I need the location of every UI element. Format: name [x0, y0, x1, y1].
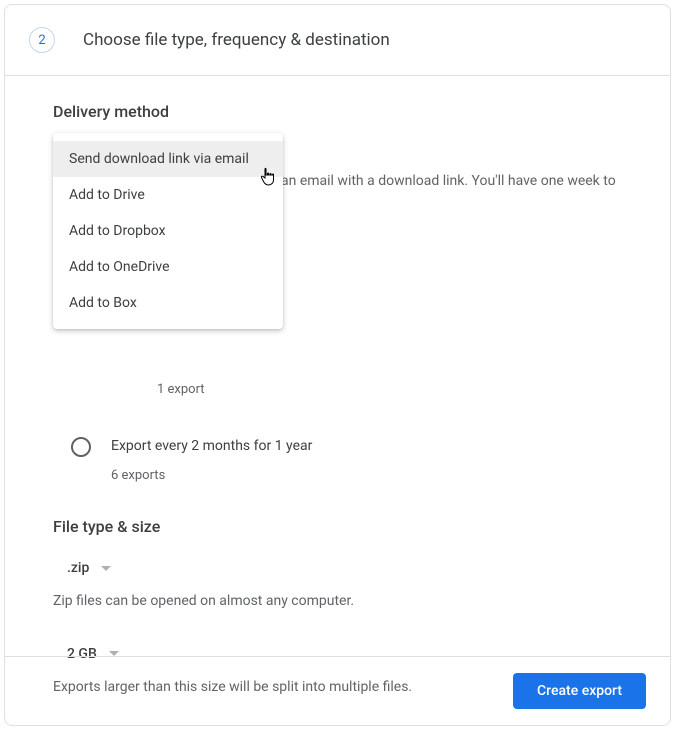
chevron-down-icon — [101, 566, 111, 571]
export-step-card: 2 Choose file type, frequency & destinat… — [4, 4, 671, 726]
dropdown-item-box[interactable]: Add to Box — [53, 285, 283, 321]
step-header: 2 Choose file type, frequency & destinat… — [5, 5, 670, 76]
delivery-method-title: Delivery method — [53, 102, 622, 121]
step-number-badge: 2 — [29, 27, 55, 53]
create-export-button[interactable]: Create export — [513, 673, 646, 709]
dropdown-item-onedrive[interactable]: Add to OneDrive — [53, 249, 283, 285]
step-number-text: 2 — [38, 33, 45, 48]
file-type-helper: Zip files can be opened on almost any co… — [53, 592, 622, 612]
delivery-method-dropdown[interactable]: Send download link via email Add to Driv… — [53, 133, 283, 329]
radio-unselected-icon[interactable] — [71, 437, 91, 457]
file-type-size-title: File type & size — [53, 517, 622, 536]
dropdown-item-drive[interactable]: Add to Drive — [53, 177, 283, 213]
file-type-value: .zip — [67, 560, 89, 576]
frequency-option-2[interactable]: Export every 2 months for 1 year 6 expor… — [71, 437, 622, 483]
step-title: Choose file type, frequency & destinatio… — [83, 30, 390, 50]
dropdown-item-email[interactable]: Send download link via email — [53, 141, 283, 177]
card-footer: Create export — [5, 656, 670, 725]
frequency-option-1-sub: 1 export — [157, 382, 622, 397]
dropdown-item-dropbox[interactable]: Add to Dropbox — [53, 213, 283, 249]
file-type-selector[interactable]: .zip — [67, 560, 622, 576]
frequency-option-2-sub: 6 exports — [111, 468, 312, 483]
delivery-description: an email with a download link. You'll ha… — [281, 171, 622, 192]
frequency-option-2-label: Export every 2 months for 1 year — [111, 438, 312, 454]
